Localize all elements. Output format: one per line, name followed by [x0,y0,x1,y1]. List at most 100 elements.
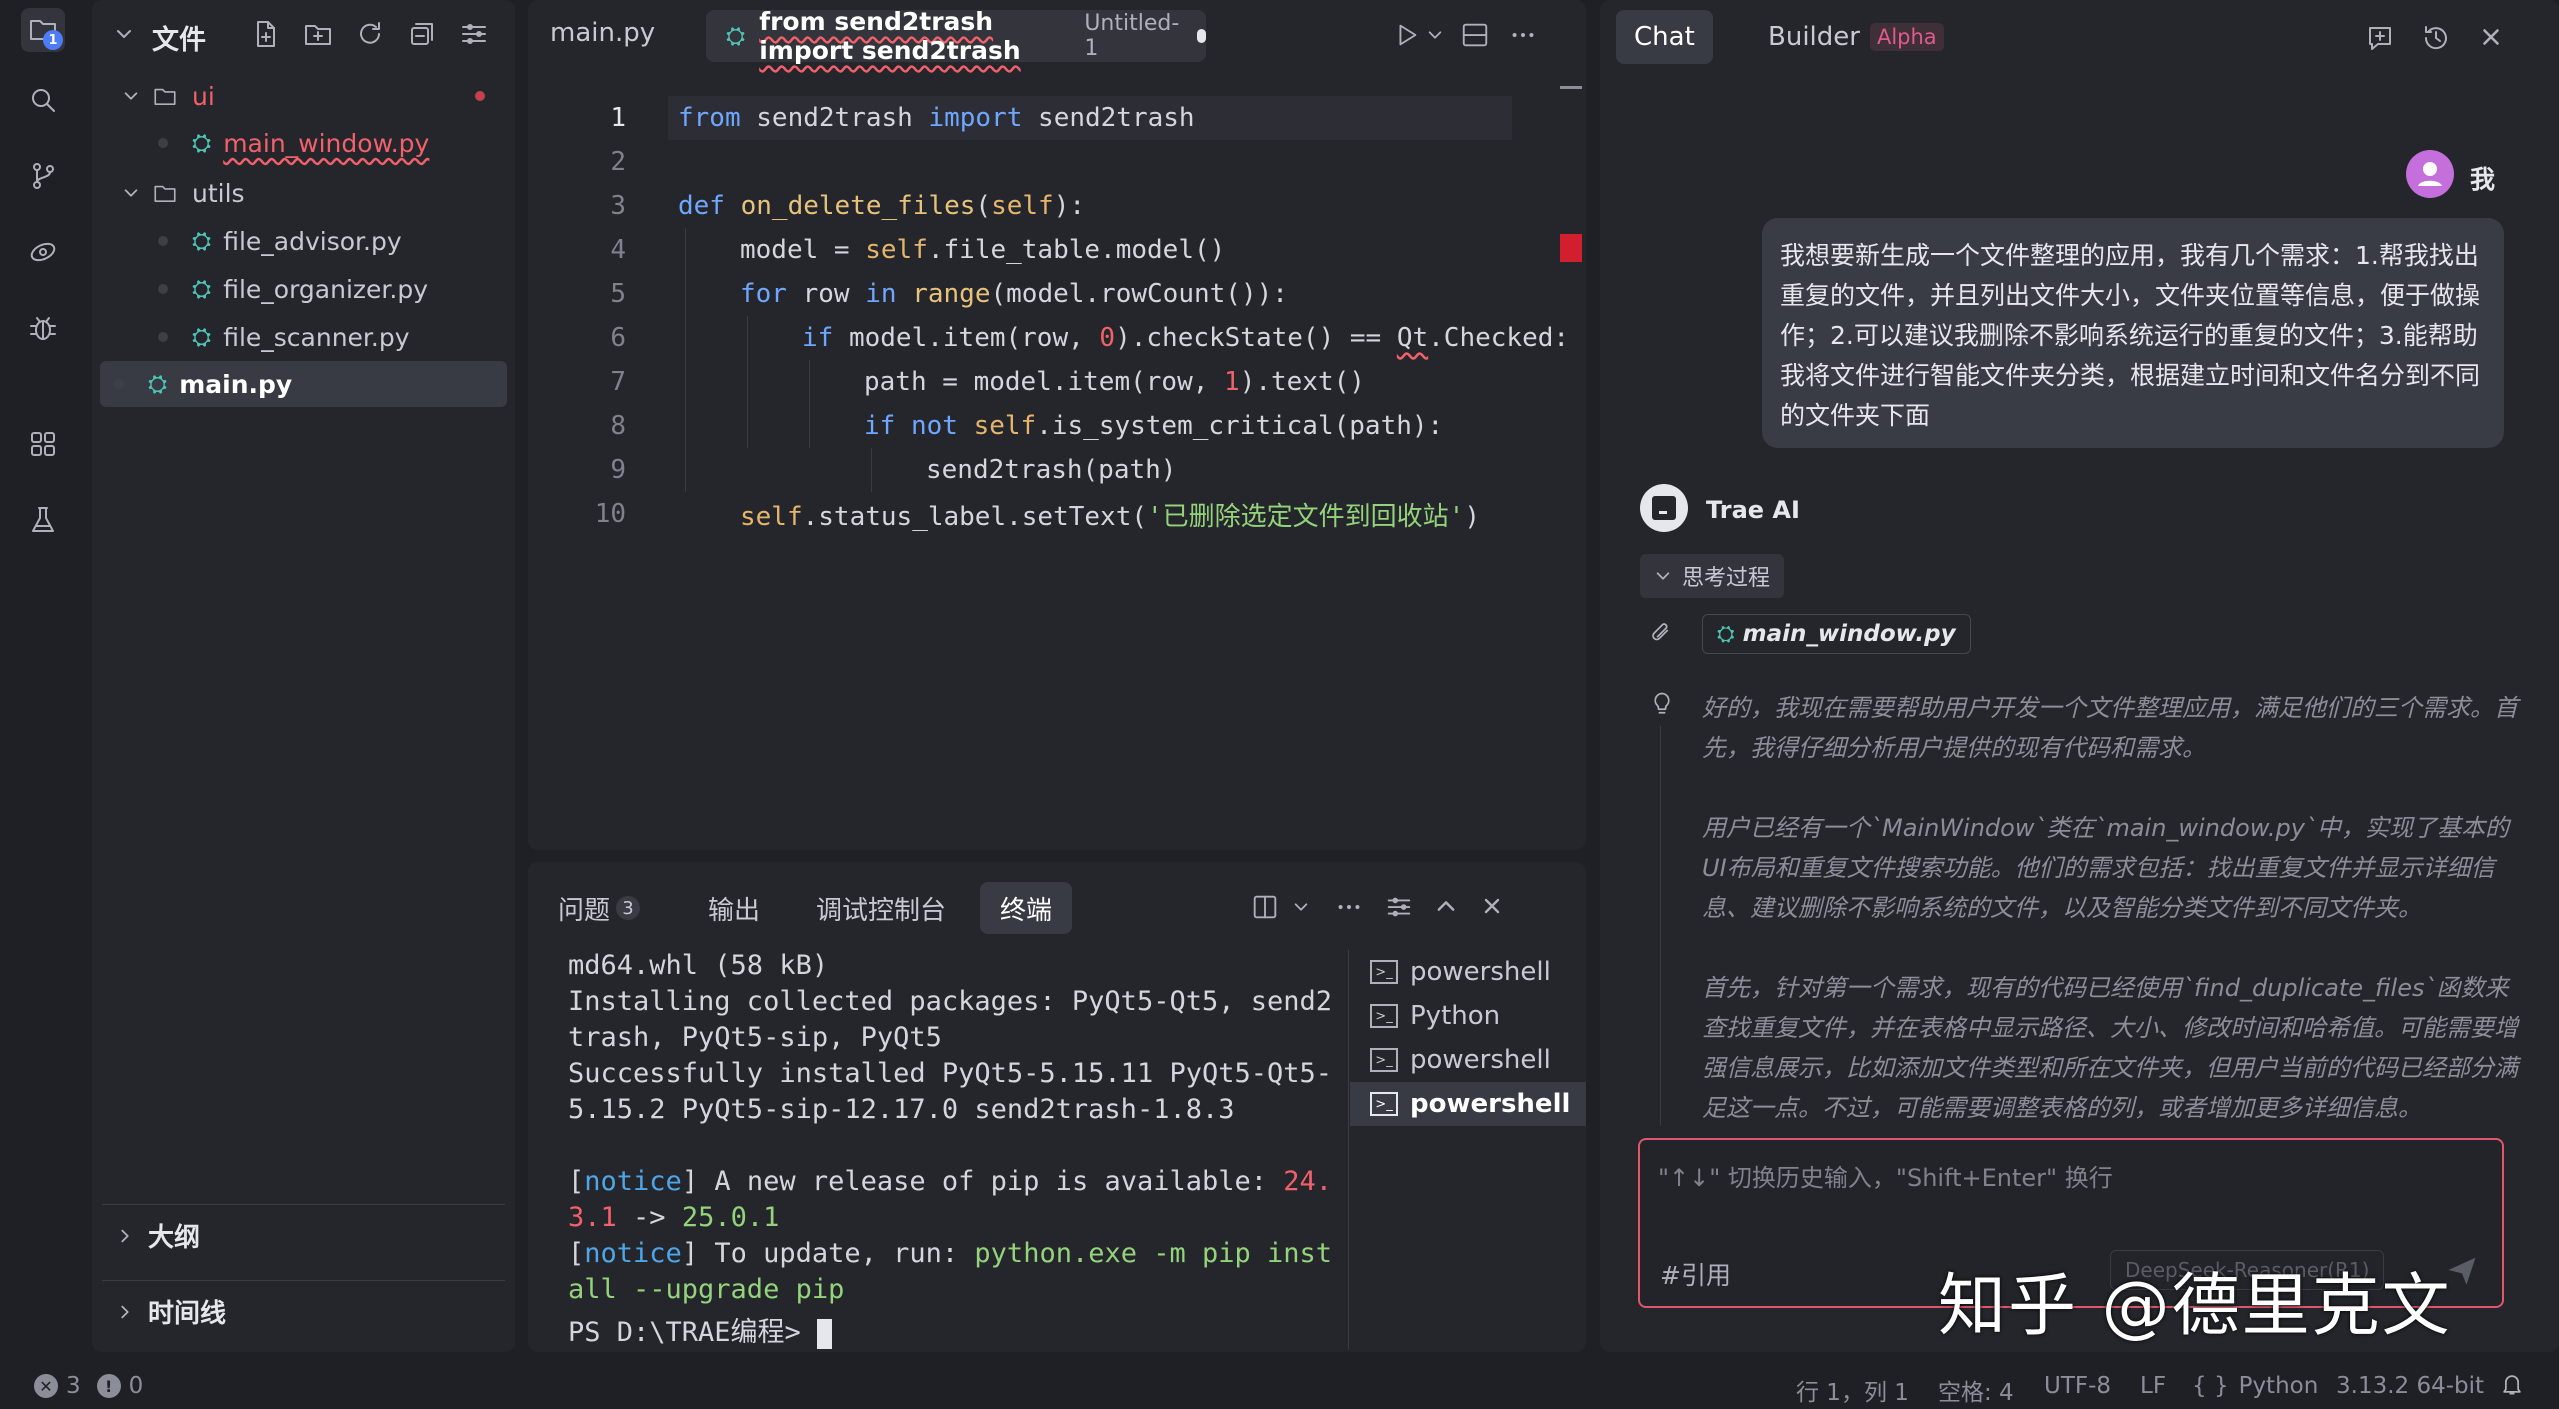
more-icon[interactable] [1334,892,1364,922]
code-token: from [678,103,741,133]
tree-folder-utils[interactable]: utils [100,170,507,216]
tree-indent-dot [158,138,168,148]
braces-icon: { } [2192,1373,2229,1399]
python-version[interactable]: 3.13.2 64-bit [2336,1373,2484,1399]
chevron-down-icon[interactable] [114,24,134,44]
chevron-down-icon[interactable] [1426,26,1444,44]
chevron-up-icon[interactable] [1434,894,1458,918]
split-terminal-icon[interactable] [1250,892,1280,922]
tab-debug-console[interactable]: 调试控制台 [796,882,966,934]
terminal-line: all --upgrade pip [568,1274,845,1305]
refresh-icon[interactable] [354,18,386,50]
problems-count: 3 [616,896,641,920]
language-mode[interactable]: { } Python [2192,1373,2318,1399]
thinking-guide [1660,726,1661,1126]
tree-file-scanner[interactable]: ⛭ file_scanner.py [100,314,507,360]
tree-folder-ui[interactable]: ui [100,73,507,119]
quote-button[interactable]: #引用 [1660,1256,1731,1292]
language-label: Python [2238,1373,2319,1399]
testing-icon[interactable] [21,498,65,542]
tree-label: file_advisor.py [223,226,402,256]
thinking-paragraph: 首先，针对第一个需求，现有的代码已经使用`find_duplicate_file… [1702,974,2518,1122]
split-editor-icon[interactable] [1460,20,1490,50]
new-file-icon[interactable] [250,18,282,50]
chevron-right-icon [121,1229,129,1242]
unsaved-dot[interactable] [1197,29,1206,43]
tree-label: utils [192,178,245,208]
shell-item[interactable]: >_ Python [1350,994,1586,1038]
chevron-down-icon[interactable] [1292,898,1310,916]
code-line-10: 10 self.status_label.setText('已删除选定文件到回收… [528,492,1528,536]
tab-untitled[interactable]: ⛭ from send2trash import send2trash Unti… [706,7,1206,65]
collapse-all-icon[interactable] [406,18,438,50]
tree-file-main[interactable]: ⛭ main.py [100,361,507,407]
close-icon[interactable] [1480,894,1504,918]
new-chat-icon[interactable] [2364,22,2396,54]
code-token: row [786,279,866,309]
term-token: notice [584,1238,682,1269]
shell-item[interactable]: >_ powershell [1350,1038,1586,1082]
tree-file-organizer[interactable]: ⛭ file_organizer.py [100,266,507,312]
tab-output[interactable]: 输出 [688,882,780,934]
code-token: send2trash(path) [926,455,1177,485]
term-token: python.exe -m pip inst [974,1238,1333,1269]
code-token: Qt [1396,323,1429,353]
terminal-line: 3.1 -> 25.0.1 [568,1202,779,1233]
attached-file-chip[interactable]: ⛭ main_window.py [1702,614,1971,654]
code-line-2: 2 [528,140,1528,184]
thinking-toggle[interactable]: 思考过程 [1640,554,1785,598]
outline-label: 大纲 [148,1223,201,1253]
error-icon: ✕ [34,1374,58,1398]
term-token: [ [568,1166,585,1197]
tab-chat[interactable]: Chat [1616,10,1713,64]
minimap-slider[interactable] [1560,86,1582,89]
chevron-down-icon [1656,572,1670,580]
encoding[interactable]: UTF-8 [2044,1373,2111,1399]
code-token: path = model.item(row, [864,367,1225,397]
tree-file-main-window[interactable]: ⛭ main_window.py [100,120,507,166]
chat-panel: Chat Builder Alpha 我 我想要新生成一个文件整理的应用，我有几… [1600,0,2559,1352]
history-icon[interactable] [2420,22,2452,54]
terminal-line: 5.15.2 PyQt5-sip-12.17.0 send2trash-1.8.… [568,1094,1235,1125]
line-number: 6 [610,323,626,353]
code-token: 1 [1224,367,1240,397]
settings-sliders-icon[interactable] [458,18,490,50]
new-folder-icon[interactable] [302,18,334,50]
line-number: 8 [610,411,626,441]
indentation[interactable]: 空格: 4 [1938,1373,2014,1407]
tab-terminal[interactable]: 终端 [980,882,1073,934]
settings-sliders-icon[interactable] [1384,892,1414,922]
bottom-panel: 问题 3 输出 调试控制台 终端 md64.whl (58 kB) Instal… [528,862,1586,1352]
line-ending[interactable]: LF [2140,1373,2166,1399]
more-icon[interactable] [1508,20,1538,50]
tab-main-py[interactable]: main.py [550,18,655,48]
cursor-position[interactable]: 行 1，列 1 [1796,1373,1909,1407]
close-icon[interactable] [2478,24,2504,50]
terminal-line: Successfully installed PyQt5-5.15.11 PyQ… [568,1058,1333,1089]
remote-icon[interactable] [21,230,65,274]
shell-item-active[interactable]: >_ powershell [1350,1082,1586,1126]
explorer-icon[interactable]: 1 [21,8,65,52]
source-control-icon[interactable] [21,154,65,198]
run-icon[interactable] [1392,20,1422,50]
problems-status[interactable]: ✕ 3 ! 0 [34,1373,143,1399]
python-file-icon: ⛭ [192,275,212,303]
extensions-icon[interactable] [21,422,65,466]
tree-file-advisor[interactable]: ⛭ file_advisor.py [100,218,507,264]
outline-section[interactable]: 大纲 [102,1204,505,1266]
tab-label: 问题 [558,895,611,926]
shell-item[interactable]: >_ powershell [1350,950,1586,994]
code-line-4: 4 model = self.file_table.model() [528,228,1528,272]
chevron-down-icon [124,92,138,100]
code-token: model = [740,235,866,265]
bell-icon[interactable] [2498,1370,2526,1398]
line-number: 1 [610,103,626,133]
timeline-section[interactable]: 时间线 [102,1280,505,1342]
tab-builder[interactable]: Builder Alpha [1750,10,1962,64]
tab-problems[interactable]: 问题 3 [538,882,660,934]
lightbulb-icon [1654,692,1670,714]
debug-icon[interactable] [21,306,65,350]
code-line-9: 9 send2trash(path) [528,448,1528,492]
editor-area: main.py ⛭ from send2trash import send2tr… [528,0,1586,850]
search-icon[interactable] [21,78,65,122]
